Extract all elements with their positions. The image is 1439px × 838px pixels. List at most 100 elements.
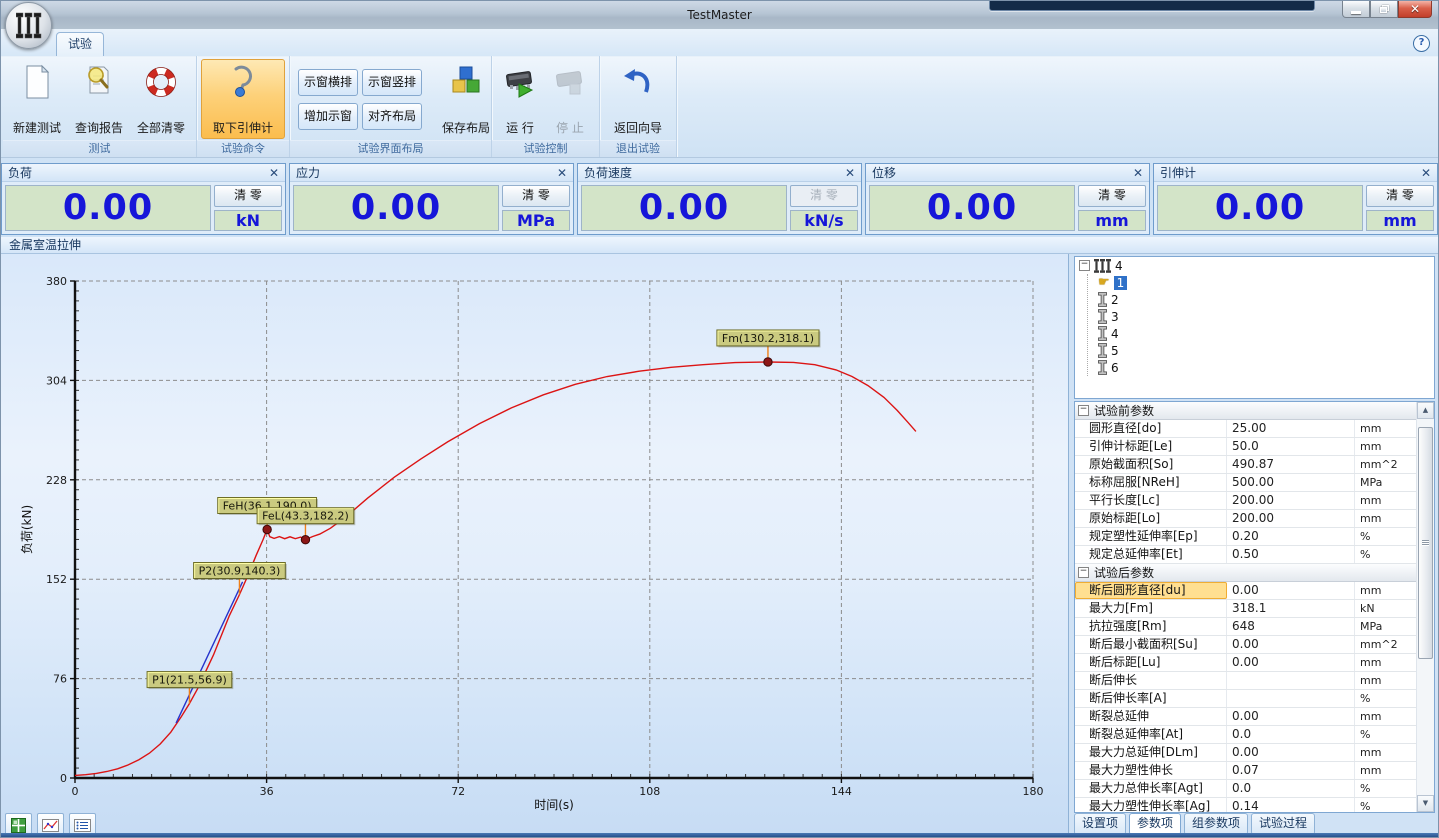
pointing-hand-icon: ☛ (1098, 276, 1110, 289)
x-tick-label: 72 (451, 785, 465, 798)
param-row[interactable]: 规定塑性延伸率[Ep]0.20% (1075, 528, 1417, 546)
gauge-close-icon[interactable]: ✕ (269, 167, 279, 179)
param-value: 0.50 (1227, 546, 1355, 563)
run-icon (502, 64, 538, 100)
param-section-header[interactable]: −试验后参数 (1075, 564, 1417, 582)
annotation-Fm[interactable]: Fm(130.2,318.1) (717, 330, 821, 366)
param-row[interactable]: 断后标距[Lu]0.00mm (1075, 654, 1417, 672)
scrollbar[interactable]: ▲ ▼ (1416, 402, 1434, 812)
param-row[interactable]: 原始截面积[So]490.87mm^2 (1075, 456, 1417, 474)
close-button[interactable]: ✕ (1398, 1, 1432, 18)
param-name: 圆形直径[do] (1075, 420, 1227, 437)
tree-root-item[interactable]: −4 (1075, 257, 1434, 274)
collapse-icon[interactable]: − (1078, 567, 1089, 578)
param-row[interactable]: 最大力塑性伸长率[Ag]0.14% (1075, 798, 1417, 813)
gauge-title: 负荷速度 (584, 164, 632, 181)
gauge-close-icon[interactable]: ✕ (845, 167, 855, 179)
collapse-icon[interactable]: − (1079, 260, 1090, 271)
gauge-title: 负荷 (8, 164, 32, 181)
run-button[interactable]: 运 行 (496, 59, 544, 139)
tile-vertical-button[interactable]: 示窗竖排 (362, 69, 422, 96)
param-row[interactable]: 断裂总延伸率[At]0.0% (1075, 726, 1417, 744)
app-menu-button[interactable] (5, 2, 52, 49)
stop-button[interactable]: 停 止 (546, 59, 594, 139)
minimize-button[interactable] (1342, 1, 1370, 18)
param-value: 0.0 (1227, 780, 1355, 797)
side-tab-3[interactable]: 组参数项 (1184, 813, 1248, 835)
query-report-button[interactable]: 查询报告 (69, 59, 129, 139)
annotation-P2[interactable]: P2(30.9,140.3) (194, 563, 287, 595)
gauge-display-value: 0.00 (5, 185, 211, 231)
param-row[interactable]: 断裂总延伸0.00mm (1075, 708, 1417, 726)
gauge-close-icon[interactable]: ✕ (557, 167, 567, 179)
tab-test[interactable]: 试验 (56, 32, 104, 56)
scroll-up-icon[interactable]: ▲ (1417, 402, 1434, 419)
param-section-header[interactable]: −试验前参数 (1075, 402, 1417, 420)
tree-item-4[interactable]: 4 (1088, 325, 1434, 342)
param-row[interactable]: 断后伸长mm (1075, 672, 1417, 690)
param-row[interactable]: 圆形直径[do]25.00mm (1075, 420, 1417, 438)
gauge-side-column: 清 零MPa (502, 185, 570, 231)
gauge-title-bar: 负荷速度 ✕ (578, 164, 861, 182)
scroll-down-icon[interactable]: ▼ (1417, 795, 1434, 812)
specimen-icon (1098, 326, 1107, 341)
add-window-button[interactable]: 增加示窗 (298, 103, 358, 130)
param-row[interactable]: 断后伸长率[A]% (1075, 690, 1417, 708)
gauge-display-value: 0.00 (581, 185, 787, 231)
tile-horizontal-button[interactable]: 示窗横排 (298, 69, 358, 96)
side-tab-4[interactable]: 试验过程 (1251, 813, 1315, 835)
param-row[interactable]: 最大力塑性伸长0.07mm (1075, 762, 1417, 780)
param-value: 200.00 (1227, 510, 1355, 527)
button-label: 停 止 (556, 121, 584, 135)
y-tick-label: 152 (46, 573, 67, 586)
gauge-clear-button[interactable]: 清 零 (1078, 185, 1146, 207)
remove-extensometer-button[interactable]: 取下引伸计 (201, 59, 285, 139)
scroll-thumb[interactable] (1418, 427, 1433, 659)
annotation-P1[interactable]: P1(21.5,56.9) (147, 672, 233, 704)
close-icon: ✕ (1410, 3, 1420, 15)
gauge-clear-button[interactable]: 清 零 (214, 185, 282, 207)
param-row[interactable]: 最大力总延伸[DLm]0.00mm (1075, 744, 1417, 762)
param-row[interactable]: 规定总延伸率[Et]0.50% (1075, 546, 1417, 564)
annotation-FeL[interactable]: FeL(43.3,182.2) (257, 508, 355, 544)
param-row[interactable]: 最大力[Fm]318.1kN (1075, 600, 1417, 618)
param-row[interactable]: 断后最小截面积[Su]0.00mm^2 (1075, 636, 1417, 654)
gauge-row: 负荷✕0.00清 零kN应力✕0.00清 零MPa负荷速度✕0.00清 零kN/… (1, 163, 1438, 235)
collapse-icon[interactable]: − (1078, 405, 1089, 416)
param-row[interactable]: 最大力总伸长率[Agt]0.0% (1075, 780, 1417, 798)
clear-all-button[interactable]: 全部清零 (131, 59, 191, 139)
param-row[interactable]: 断后圆形直径[du]0.00mm (1075, 582, 1417, 600)
gauge-unit-label: mm (1078, 210, 1146, 231)
test-document-tab[interactable]: 金属室温拉伸 (1, 237, 1438, 254)
help-button[interactable]: ? (1413, 35, 1430, 52)
specimen-group-icon (1094, 259, 1111, 273)
x-axis-title: 时间(s) (534, 798, 574, 811)
side-tab-2[interactable]: 参数项 (1129, 813, 1181, 835)
tree-item-2[interactable]: 2 (1088, 291, 1434, 308)
tree-item-6[interactable]: 6 (1088, 359, 1434, 376)
ribbon: 新建测试 查询报告 全部清零 (1, 56, 1438, 158)
tree-item-5[interactable]: 5 (1088, 342, 1434, 359)
restore-button[interactable] (1370, 1, 1398, 18)
tree-item-1[interactable]: ☛1 (1088, 274, 1434, 291)
gauge-clear-button[interactable]: 清 零 (1366, 185, 1434, 207)
save-layout-button[interactable]: 保存布局 (436, 59, 496, 139)
gauge-close-icon[interactable]: ✕ (1133, 167, 1143, 179)
param-row[interactable]: 引伸计标距[Le]50.0mm (1075, 438, 1417, 456)
param-row[interactable]: 标称屈服[NReH]500.00MPa (1075, 474, 1417, 492)
parameter-rows: −试验前参数圆形直径[do]25.00mm引伸计标距[Le]50.0mm原始截面… (1075, 402, 1417, 813)
gauge-close-icon[interactable]: ✕ (1421, 167, 1431, 179)
back-wizard-button[interactable]: 返回向导 (604, 59, 672, 139)
gauge-clear-button[interactable]: 清 零 (502, 185, 570, 207)
tree-item-3[interactable]: 3 (1088, 308, 1434, 325)
align-layout-button[interactable]: 对齐布局 (362, 103, 422, 130)
gauge-display-value: 0.00 (293, 185, 499, 231)
param-name: 断后最小截面积[Su] (1075, 636, 1227, 653)
group-label-exit: 退出试验 (600, 140, 676, 157)
param-row[interactable]: 抗拉强度[Rm]648MPa (1075, 618, 1417, 636)
param-row[interactable]: 原始标距[Lo]200.00mm (1075, 510, 1417, 528)
side-tab-1[interactable]: 设置项 (1074, 813, 1126, 835)
param-name: 原始截面积[So] (1075, 456, 1227, 473)
new-test-button[interactable]: 新建测试 (7, 59, 67, 139)
param-row[interactable]: 平行长度[Lc]200.00mm (1075, 492, 1417, 510)
